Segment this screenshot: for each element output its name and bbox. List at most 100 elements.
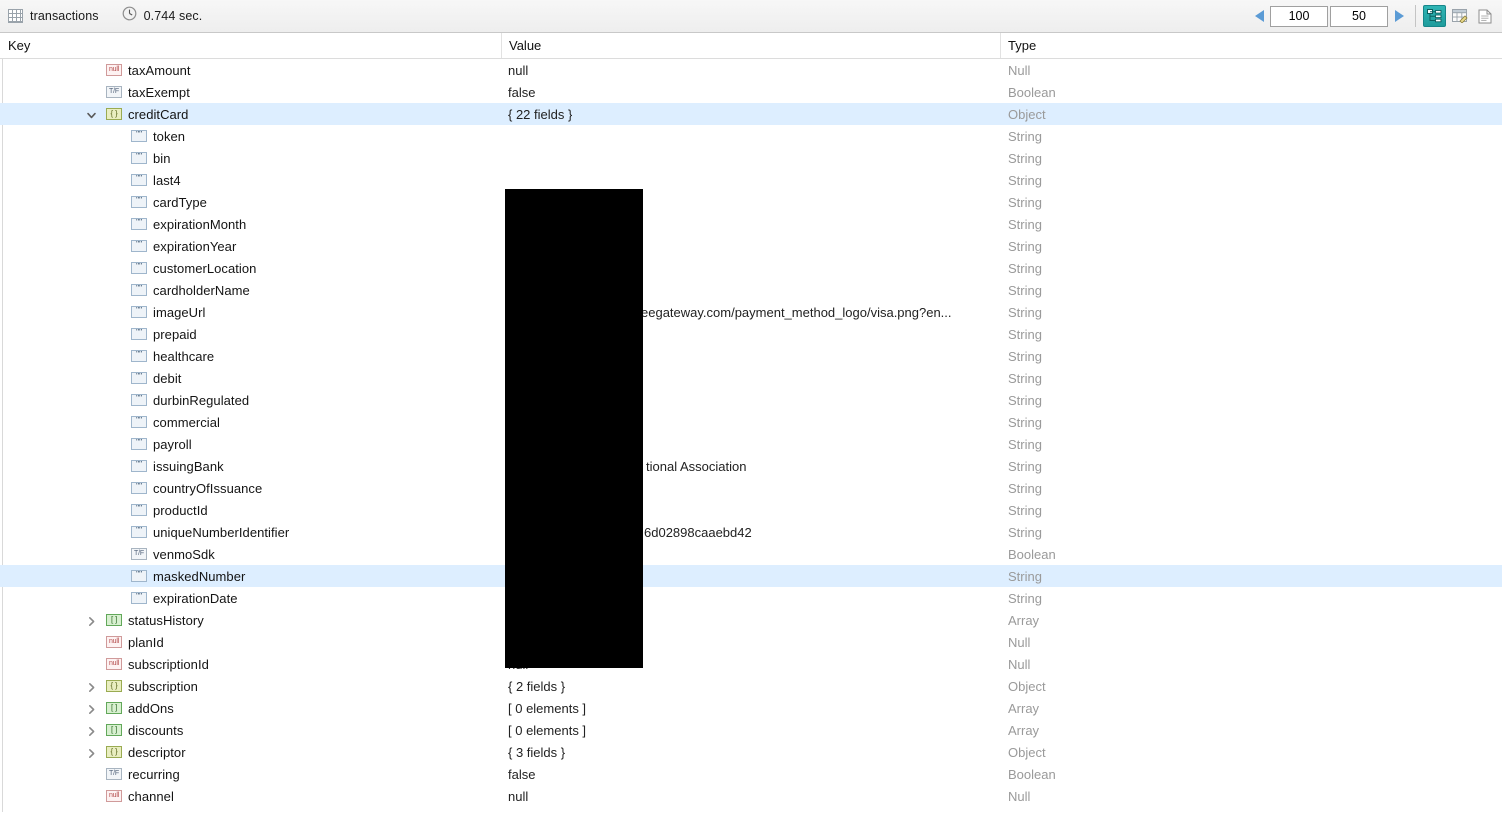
tree-key-cell[interactable]: ""cardholderName <box>131 279 250 301</box>
tree-key-cell[interactable]: ""durbinRegulated <box>131 389 249 411</box>
tree-key-cell[interactable]: { }descriptor <box>106 741 186 763</box>
column-divider-1[interactable] <box>501 33 502 58</box>
json-tree-view[interactable]: nulltaxAmountnullNullT/FtaxExemptfalseBo… <box>0 59 1502 812</box>
tree-key-cell[interactable]: nulltaxAmount <box>106 59 191 81</box>
tree-key-label: expirationDate <box>153 591 238 606</box>
tree-row[interactable]: ""healthcareString <box>0 345 1502 367</box>
tree-row[interactable]: ""expirationMonthString <box>0 213 1502 235</box>
tree-key-cell[interactable]: nullsubscriptionId <box>106 653 209 675</box>
tree-key-cell[interactable]: ""payroll <box>131 433 192 455</box>
tree-row[interactable]: T/FtaxExemptfalseBoolean <box>0 81 1502 103</box>
tree-value-cell[interactable]: null <box>508 785 528 807</box>
tree-row[interactable]: ""cardTypeString <box>0 191 1502 213</box>
tree-value-cell[interactable]: eegateway.com/payment_method_logo/visa.p… <box>641 301 952 323</box>
tree-row[interactable]: ""expirationYearString <box>0 235 1502 257</box>
offset-input[interactable] <box>1330 6 1388 27</box>
tree-row[interactable]: ""imageUrl eegateway.com/payment_method_l… <box>0 301 1502 323</box>
tree-value-cell[interactable]: false <box>508 763 535 785</box>
tree-row[interactable]: nullchannelnullNull <box>0 785 1502 807</box>
tree-row[interactable]: ""binString <box>0 147 1502 169</box>
tree-row[interactable]: ""tokenString <box>0 125 1502 147</box>
tree-row[interactable]: nullsubscriptionIdnullNull <box>0 653 1502 675</box>
tree-key-cell[interactable]: ""healthcare <box>131 345 214 367</box>
tree-row[interactable]: nulltaxAmountnullNull <box>0 59 1502 81</box>
tree-row[interactable]: ""customerLocationString <box>0 257 1502 279</box>
document-view-button[interactable] <box>1473 5 1496 27</box>
column-header-value[interactable]: Value <box>509 38 541 53</box>
expand-chevron-icon[interactable] <box>84 724 98 738</box>
tree-key-cell[interactable]: ""customerLocation <box>131 257 256 279</box>
tree-row[interactable]: T/FrecurringfalseBoolean <box>0 763 1502 785</box>
tree-key-cell[interactable]: nullplanId <box>106 631 164 653</box>
tree-key-cell[interactable]: ""prepaid <box>131 323 197 345</box>
tree-row[interactable]: ""maskedNumberString <box>0 565 1502 587</box>
tree-row[interactable]: ""countryOfIssuanceString <box>0 477 1502 499</box>
tree-key-cell[interactable]: { }creditCard <box>106 103 188 125</box>
tree-key-cell[interactable]: ""productId <box>131 499 208 521</box>
tree-key-cell[interactable]: ""countryOfIssuance <box>131 477 262 499</box>
expand-chevron-icon[interactable] <box>84 702 98 716</box>
tree-row[interactable]: ""last4String <box>0 169 1502 191</box>
expand-chevron-icon[interactable] <box>84 680 98 694</box>
tree-value-cell[interactable]: { 22 fields } <box>508 103 572 125</box>
tree-key-cell[interactable]: ""imageUrl <box>131 301 205 323</box>
next-arrow-icon[interactable] <box>1389 5 1409 27</box>
tree-row[interactable]: [ ]addOns[ 0 elements ]Array <box>0 697 1502 719</box>
tree-value-cell[interactable]: tional Association <box>646 455 746 477</box>
tree-key-cell[interactable]: { }subscription <box>106 675 198 697</box>
column-header-key[interactable]: Key <box>8 38 30 53</box>
tree-row[interactable]: ""commercialString <box>0 411 1502 433</box>
tree-value-cell[interactable]: [ 0 elements ] <box>508 719 586 741</box>
tree-row[interactable]: ""cardholderNameString <box>0 279 1502 301</box>
table-view-button[interactable] <box>1448 5 1471 27</box>
tree-key-cell[interactable]: ""token <box>131 125 185 147</box>
tree-key-cell[interactable]: ""cardType <box>131 191 207 213</box>
tree-key-cell[interactable]: T/FtaxExempt <box>106 81 190 103</box>
tree-key-cell[interactable]: ""commercial <box>131 411 220 433</box>
tree-row[interactable]: [ ]statusHistory[ 2 elements ]Array <box>0 609 1502 631</box>
tree-view-button[interactable] <box>1423 5 1446 27</box>
tree-key-cell[interactable]: ""bin <box>131 147 171 169</box>
tree-key-cell[interactable]: nullchannel <box>106 785 174 807</box>
page-size-input[interactable] <box>1270 6 1328 27</box>
tree-value-cell[interactable]: { 3 fields } <box>508 741 565 763</box>
tree-row[interactable]: { }subscription{ 2 fields }Object <box>0 675 1502 697</box>
tree-key-cell[interactable]: T/FvenmoSdk <box>131 543 215 565</box>
tree-key-cell[interactable]: ""last4 <box>131 169 181 191</box>
tree-key-cell[interactable]: T/Frecurring <box>106 763 180 785</box>
tree-row[interactable]: { }descriptor{ 3 fields }Object <box>0 741 1502 763</box>
tree-value-cell[interactable]: [ 0 elements ] <box>508 697 586 719</box>
prev-arrow-icon[interactable] <box>1249 5 1269 27</box>
tree-row[interactable]: ""productIdString <box>0 499 1502 521</box>
tree-row[interactable]: ""prepaidString <box>0 323 1502 345</box>
tree-key-cell[interactable]: ""maskedNumber <box>131 565 245 587</box>
expand-chevron-icon[interactable] <box>84 614 98 628</box>
tree-row[interactable]: ""debitString <box>0 367 1502 389</box>
tree-row[interactable]: ""payrollString <box>0 433 1502 455</box>
tree-key-cell[interactable]: ""expirationYear <box>131 235 236 257</box>
tree-row[interactable]: [ ]discounts[ 0 elements ]Array <box>0 719 1502 741</box>
tree-row[interactable]: { }creditCard{ 22 fields }Object <box>0 103 1502 125</box>
column-divider-2[interactable] <box>1000 33 1001 58</box>
tree-row[interactable]: ""durbinRegulatedString <box>0 389 1502 411</box>
tree-value-cell[interactable]: 6d02898caaebd42 <box>644 521 752 543</box>
tree-key-cell[interactable]: ""expirationMonth <box>131 213 246 235</box>
tree-value-cell[interactable]: { 2 fields } <box>508 675 565 697</box>
tree-key-cell[interactable]: ""uniqueNumberIdentifier <box>131 521 289 543</box>
tree-key-cell[interactable]: ""expirationDate <box>131 587 238 609</box>
tree-value-cell[interactable]: null <box>508 59 528 81</box>
tree-key-cell[interactable]: [ ]statusHistory <box>106 609 204 631</box>
tree-value-cell[interactable]: false <box>508 81 535 103</box>
tree-key-cell[interactable]: ""issuingBank <box>131 455 224 477</box>
tree-row[interactable]: ""issuingBanktional AssociationString <box>0 455 1502 477</box>
tree-key-cell[interactable]: [ ]addOns <box>106 697 174 719</box>
tree-key-cell[interactable]: [ ]discounts <box>106 719 183 741</box>
expand-chevron-icon[interactable] <box>84 746 98 760</box>
tree-row[interactable]: T/FvenmoSdkBoolean <box>0 543 1502 565</box>
collapse-chevron-icon[interactable] <box>84 108 98 122</box>
tree-key-cell[interactable]: ""debit <box>131 367 181 389</box>
tree-row[interactable]: ""uniqueNumberIdentifier6d02898caaebd42S… <box>0 521 1502 543</box>
tree-row[interactable]: ""expirationDateString <box>0 587 1502 609</box>
column-header-type[interactable]: Type <box>1008 38 1036 53</box>
tree-row[interactable]: nullplanIdnullNull <box>0 631 1502 653</box>
